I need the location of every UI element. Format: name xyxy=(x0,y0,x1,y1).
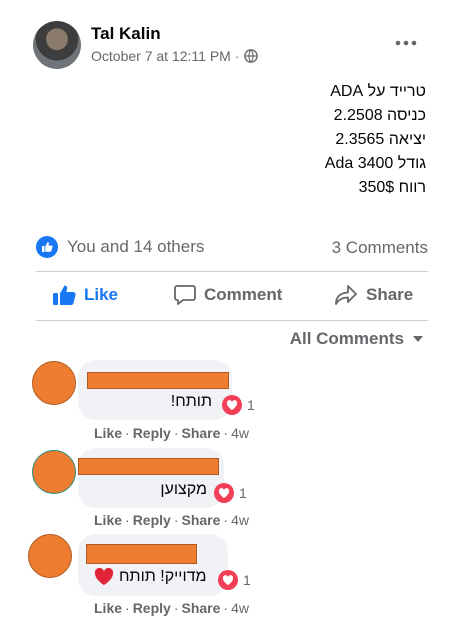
comment-share-link[interactable]: Share xyxy=(181,512,220,528)
share-label: Share xyxy=(366,285,414,304)
globe-icon[interactable] xyxy=(243,49,258,63)
post-line: גודל 3400 Ada xyxy=(324,155,426,172)
comment-like-link[interactable]: Like xyxy=(94,600,122,616)
comment-like-link[interactable]: Like xyxy=(94,425,122,441)
comment-button[interactable]: Comment xyxy=(174,284,282,306)
comment-text-label: מדוייק! תותח xyxy=(119,568,207,585)
caret-down-icon xyxy=(413,336,423,342)
commenter-avatar[interactable] xyxy=(28,534,72,578)
comment-text: תותח! xyxy=(170,393,212,410)
comment-text: מדוייק! תותח xyxy=(94,568,206,586)
comment-label: Comment xyxy=(204,285,283,304)
reactions-text: You and 14 others xyxy=(67,237,205,256)
comment-actions: Like · Reply · Share · 4w xyxy=(94,425,249,441)
reactions-summary[interactable]: You and 14 others xyxy=(36,236,204,258)
comment-like-link[interactable]: Like xyxy=(94,512,122,528)
post-line: יציאה 2.3565 xyxy=(335,131,426,148)
comments-filter-dropdown[interactable]: All Comments xyxy=(290,329,424,349)
comments-filter-label: All Comments xyxy=(289,329,404,348)
comment-age[interactable]: 4w xyxy=(231,512,249,528)
more-options-icon[interactable] xyxy=(392,33,420,53)
reaction-count: 1 xyxy=(243,572,251,588)
comment-icon xyxy=(174,285,196,305)
comment-share-link[interactable]: Share xyxy=(181,425,220,441)
comment-reply-link[interactable]: Reply xyxy=(133,425,171,441)
share-icon xyxy=(335,285,357,305)
comment-share-link[interactable]: Share xyxy=(181,600,220,616)
commenter-avatar[interactable] xyxy=(32,450,76,494)
comments-count[interactable]: 3 Comments xyxy=(332,238,428,258)
comment-reaction[interactable]: 1 xyxy=(214,483,247,503)
comment-reply-link[interactable]: Reply xyxy=(133,600,171,616)
heart-reaction-icon xyxy=(218,570,238,590)
heart-reaction-icon xyxy=(222,395,242,415)
reaction-count: 1 xyxy=(247,397,255,413)
post-line: כניסה 2.2508 xyxy=(333,107,426,124)
like-label: Like xyxy=(84,285,119,304)
comment-text: מקצוען xyxy=(160,481,207,498)
heart-reaction-icon xyxy=(214,483,234,503)
comment-bubble xyxy=(78,360,232,420)
comment-bubble xyxy=(78,448,224,508)
reaction-count: 1 xyxy=(239,485,247,501)
divider xyxy=(36,271,428,272)
post-body: טרייד על ADA כניסה 2.2508 יציאה 2.3565 ג… xyxy=(186,80,426,200)
share-button[interactable]: Share xyxy=(334,284,413,306)
heart-emoji-icon xyxy=(94,568,114,585)
comment-age[interactable]: 4w xyxy=(231,425,249,441)
author-name[interactable]: Tal Kalin xyxy=(91,24,161,44)
redacted-name xyxy=(87,372,229,389)
redacted-name xyxy=(78,458,219,475)
thumbs-up-icon xyxy=(53,285,76,305)
comment-reaction[interactable]: 1 xyxy=(222,395,255,415)
comment-actions: Like · Reply · Share · 4w xyxy=(94,512,249,528)
redacted-name xyxy=(86,544,197,564)
comment-actions: Like · Reply · Share · 4w xyxy=(94,600,249,616)
meta-separator: · xyxy=(234,48,240,64)
comment-reply-link[interactable]: Reply xyxy=(133,512,171,528)
like-reaction-icon xyxy=(36,236,58,258)
divider xyxy=(36,320,428,321)
commenter-avatar[interactable] xyxy=(32,361,76,405)
post-timestamp[interactable]: October 7 at 12:11 PM xyxy=(91,48,231,64)
comment-reaction[interactable]: 1 xyxy=(218,570,251,590)
comment-age[interactable]: 4w xyxy=(231,600,249,616)
post-meta: October 7 at 12:11 PM · xyxy=(91,48,258,64)
post-line: רווח 350$ xyxy=(358,179,426,196)
like-button[interactable]: Like xyxy=(52,284,118,306)
post-line: טרייד על ADA xyxy=(330,83,426,100)
author-avatar[interactable] xyxy=(33,21,81,69)
